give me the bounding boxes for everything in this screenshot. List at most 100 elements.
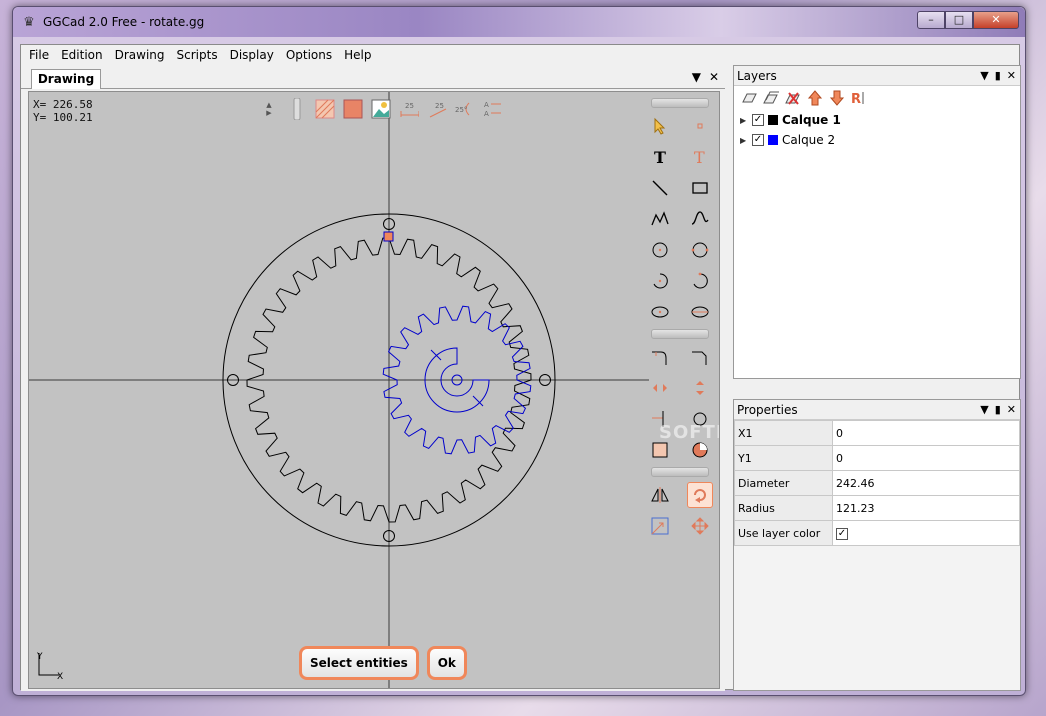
stretch-horizontal-icon[interactable]	[647, 375, 673, 401]
menu-file[interactable]: File	[23, 45, 55, 65]
tab-strip: Drawing ▼ ✕	[21, 65, 725, 89]
scroll-arrows-icon[interactable]: ▲ ▶	[259, 99, 279, 119]
circle-center-icon[interactable]	[647, 237, 673, 263]
chamfer-icon[interactable]	[687, 344, 713, 370]
property-value[interactable]: 0	[832, 420, 1020, 446]
toolbar-slider-3[interactable]	[651, 467, 709, 477]
image-icon[interactable]	[371, 99, 391, 119]
polyline-icon[interactable]	[647, 206, 673, 232]
rectangle-icon[interactable]	[687, 175, 713, 201]
layers-toolbar: R	[734, 86, 1020, 110]
property-value[interactable]: ✓	[832, 520, 1020, 546]
mirror-icon[interactable]	[647, 482, 673, 508]
close-panel-icon[interactable]: ✕	[709, 70, 719, 84]
layers-close-icon[interactable]: ✕	[1007, 69, 1016, 82]
client-area: File Edition Drawing Scripts Display Opt…	[20, 44, 1021, 691]
menu-help[interactable]: Help	[338, 45, 377, 65]
svg-text:25: 25	[435, 102, 444, 110]
expand-icon[interactable]: ▶	[740, 136, 752, 145]
fillet-icon[interactable]	[647, 344, 673, 370]
menu-options[interactable]: Options	[280, 45, 338, 65]
layer-visible-checkbox[interactable]: ✓	[752, 134, 764, 146]
layer-delete-icon[interactable]	[784, 89, 802, 107]
ok-button[interactable]: Ok	[426, 646, 467, 680]
svg-text:T: T	[654, 148, 666, 166]
layer-visible-checkbox[interactable]: ✓	[752, 114, 764, 126]
expand-icon[interactable]: ▶	[740, 116, 752, 125]
hatch-icon[interactable]	[315, 99, 335, 119]
text-style-icon[interactable]: T	[687, 144, 713, 170]
tab-drawing[interactable]: Drawing	[31, 69, 101, 89]
ellipse-icon[interactable]	[647, 299, 673, 325]
layer-color-swatch[interactable]	[768, 135, 778, 145]
move-icon[interactable]	[687, 513, 713, 539]
layer-down-icon[interactable]	[828, 89, 846, 107]
property-row: Diameter 242.46	[734, 470, 1020, 496]
toolbar-slider-2[interactable]	[651, 329, 709, 339]
menu-drawing[interactable]: Drawing	[109, 45, 171, 65]
menu-display[interactable]: Display	[224, 45, 280, 65]
layer-duplicate-icon[interactable]	[762, 89, 780, 107]
layer-color-swatch[interactable]	[768, 115, 778, 125]
property-row: Radius 121.23	[734, 495, 1020, 521]
properties-panel: Properties ▼ ▮ ✕ X1 0 Y1 0 Diameter 242.…	[733, 399, 1021, 691]
close-button[interactable]: ✕	[973, 11, 1019, 29]
property-value[interactable]: 121.23	[832, 495, 1020, 521]
layer-new-icon[interactable]	[740, 89, 758, 107]
menu-scripts[interactable]: Scripts	[171, 45, 224, 65]
use-layer-color-checkbox[interactable]: ✓	[836, 528, 848, 540]
property-row: Use layer color ✓	[734, 520, 1020, 546]
property-value[interactable]: 242.46	[832, 470, 1020, 496]
minimize-button[interactable]: –	[917, 11, 945, 29]
dimension-aligned-icon[interactable]: 25	[427, 99, 447, 119]
drawing-canvas[interactable]: X= 226.58 Y= 100.21 ▲ ▶ 25 25 25° A A T …	[28, 91, 720, 689]
layer-name: Calque 2	[782, 133, 836, 147]
text-align-icon[interactable]: AA	[483, 99, 503, 119]
property-value[interactable]: 0	[832, 445, 1020, 471]
menu-edition[interactable]: Edition	[55, 45, 109, 65]
layer-item[interactable]: ▶ ✓ Calque 2	[734, 130, 1020, 150]
toolbar-slider[interactable]	[651, 98, 709, 108]
slider-vertical-icon[interactable]	[287, 98, 307, 120]
layers-header: Layers ▼ ▮ ✕	[734, 66, 1020, 86]
axis-y-label: Y	[36, 652, 43, 662]
layers-pin-icon[interactable]: ▮	[995, 69, 1001, 82]
svg-text:25°: 25°	[455, 106, 467, 114]
fill-icon[interactable]	[343, 99, 363, 119]
properties-close-icon[interactable]: ✕	[1007, 403, 1016, 416]
coordinate-readout: X= 226.58 Y= 100.21	[33, 98, 93, 124]
pointer-icon[interactable]	[647, 113, 673, 139]
layer-up-icon[interactable]	[806, 89, 824, 107]
properties-pin-icon[interactable]: ▮	[995, 403, 1001, 416]
maximize-button[interactable]: □	[945, 11, 973, 29]
point-icon[interactable]	[687, 113, 713, 139]
text-icon[interactable]: T	[647, 144, 673, 170]
layer-item[interactable]: ▶ ✓ Calque 1	[734, 110, 1020, 130]
property-key: Y1	[734, 445, 833, 471]
drawing-panel: Drawing ▼ ✕ X= 226.58 Y= 100.21 ▲ ▶ 25 2…	[21, 65, 725, 691]
circle-3point-icon[interactable]	[687, 237, 713, 263]
rotate-icon[interactable]	[687, 481, 713, 508]
scale-icon[interactable]	[647, 513, 673, 539]
arc-3point-icon[interactable]	[687, 268, 713, 294]
spline-icon[interactable]	[687, 206, 713, 232]
dimension-horizontal-icon[interactable]: 25	[399, 99, 419, 119]
dimension-angle-icon[interactable]: 25°	[455, 99, 475, 119]
layers-dropdown-icon[interactable]: ▼	[980, 69, 988, 82]
ellipse-axis-icon[interactable]	[687, 299, 713, 325]
property-row: X1 0	[734, 420, 1020, 446]
line-icon[interactable]	[647, 175, 673, 201]
coord-x: X= 226.58	[33, 98, 93, 111]
properties-title: Properties	[737, 403, 798, 417]
window-title: GGCad 2.0 Free - rotate.gg	[43, 15, 205, 29]
gear-drawing	[29, 92, 649, 688]
properties-dropdown-icon[interactable]: ▼	[980, 403, 988, 416]
property-row: Y1 0	[734, 445, 1020, 471]
select-entities-button[interactable]: Select entities	[299, 646, 419, 680]
dropdown-icon[interactable]: ▼	[692, 70, 701, 84]
stretch-vertical-icon[interactable]	[687, 375, 713, 401]
layer-rename-icon[interactable]: R	[850, 89, 868, 107]
right-toolbar: T T	[647, 96, 713, 541]
properties-grid: X1 0 Y1 0 Diameter 242.46 Radius 121.23 …	[734, 420, 1020, 546]
arc-center-icon[interactable]	[647, 268, 673, 294]
